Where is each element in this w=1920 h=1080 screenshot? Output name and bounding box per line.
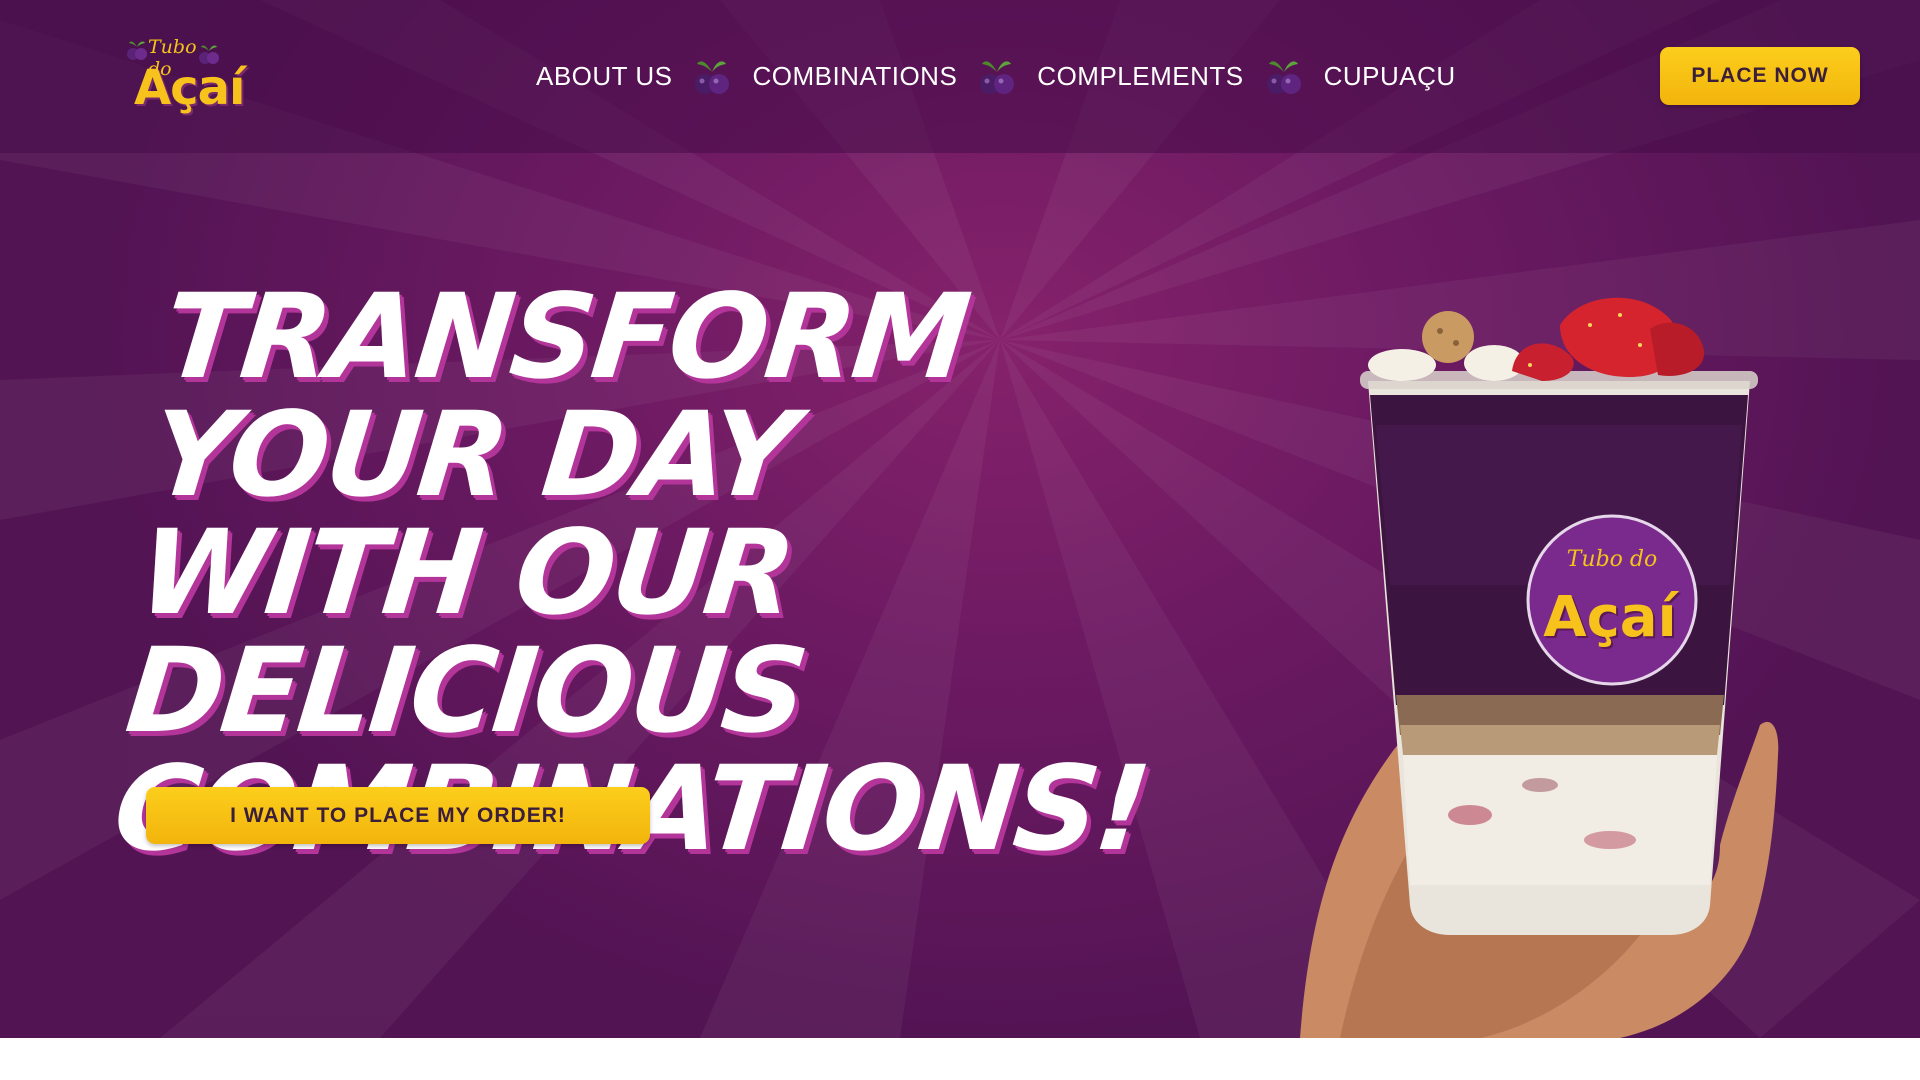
place-now-button[interactable]: PLACE NOW <box>1660 47 1860 105</box>
nav-item-complements[interactable]: COMPLEMENTS <box>1037 61 1243 92</box>
acai-berry-icon <box>127 41 147 60</box>
acai-berry-icon <box>980 61 1015 94</box>
hero-headline: TRANSFORM YOUR DAY WITH OUR DELICIOUS CO… <box>108 268 1153 877</box>
place-order-button[interactable]: I WANT TO PLACE MY ORDER! <box>146 787 650 844</box>
acai-berry-icon <box>695 61 730 94</box>
cup-sticker-brand: Açaí <box>1543 585 1677 650</box>
logo-brand-text: Açaí <box>134 60 245 116</box>
acai-cup-image: Tubo do Açaí <box>1280 285 1800 1038</box>
nav-item-about-us[interactable]: ABOUT US <box>536 61 672 92</box>
main-nav: ABOUT US COMBINATIONS COMPLEMENTS CUPUAÇ… <box>536 52 1456 100</box>
site-header: Tubo do Açaí ABOUT US COMBINATIONS COMPL… <box>0 0 1920 153</box>
nav-item-combinations[interactable]: COMBINATIONS <box>752 61 957 92</box>
brand-logo[interactable]: Tubo do Açaí <box>126 34 245 120</box>
nav-item-cupuacu[interactable]: CUPUAÇU <box>1324 61 1456 92</box>
hero-section: Tubo do Açaí ABOUT US COMBINATIONS COMPL… <box>0 0 1920 1038</box>
cup-sticker-script: Tubo do <box>1566 547 1658 572</box>
acai-berry-icon <box>1266 61 1301 94</box>
acai-cup-illustration <box>1300 297 1779 1038</box>
